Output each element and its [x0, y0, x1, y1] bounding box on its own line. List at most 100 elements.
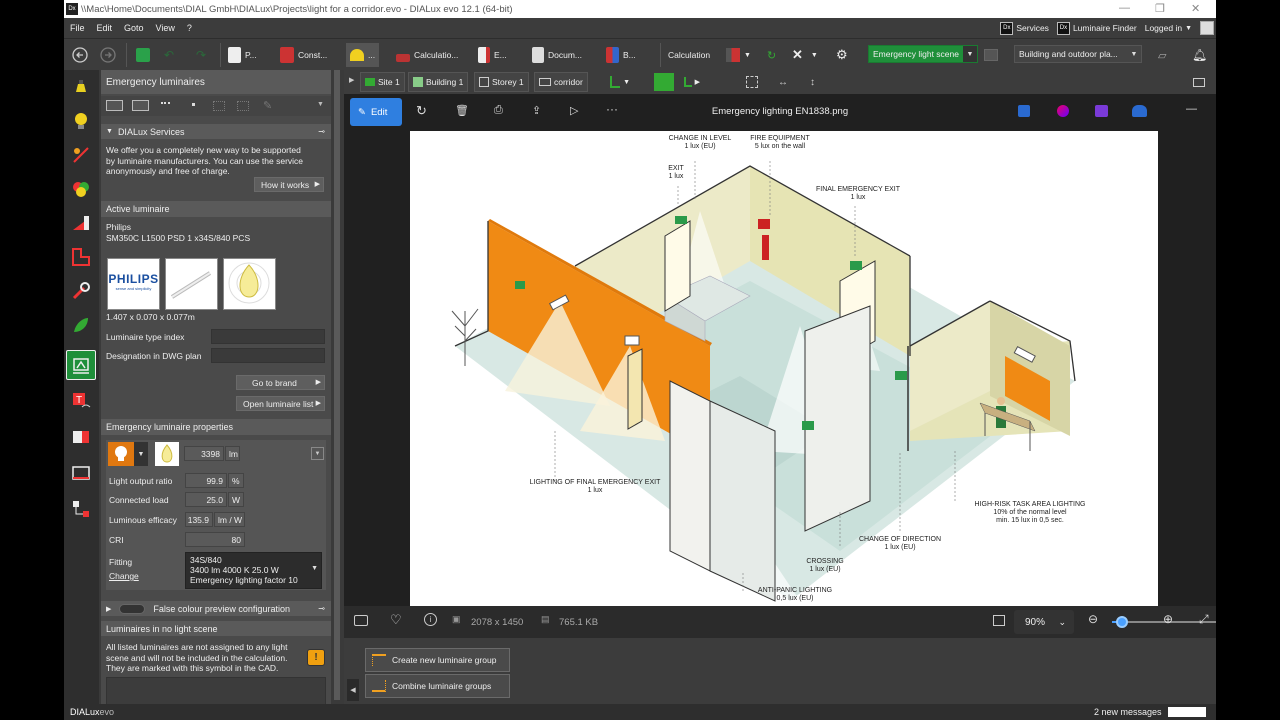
app-icon-3[interactable]: [1095, 105, 1108, 117]
panel-scrollbar[interactable]: [332, 70, 342, 706]
toolbar-calculation[interactable]: Calculatio...: [396, 43, 458, 67]
edit-button[interactable]: ✎ Edit: [350, 98, 402, 126]
luminaire-row-icon[interactable]: [161, 102, 170, 107]
menu-edit[interactable]: Edit: [97, 23, 113, 33]
restore-icon[interactable]: ❐: [1155, 2, 1165, 15]
zoom-slider-thumb[interactable]: [1116, 616, 1129, 628]
type-index-input[interactable]: [211, 329, 325, 344]
toolbar-construction[interactable]: Const...: [280, 43, 327, 67]
toolbar-documentation[interactable]: Docum...: [532, 43, 582, 67]
single-luminaire-icon[interactable]: [192, 103, 195, 106]
chevron-down-icon[interactable]: ▼: [317, 101, 324, 108]
logged-in-menu[interactable]: Logged in ▼: [1145, 23, 1192, 33]
messages-link[interactable]: 2 new messages: [1094, 707, 1162, 717]
go-to-brand-button[interactable]: Go to brand ▶: [236, 375, 325, 390]
toolbar-light[interactable]: ...: [346, 43, 380, 67]
lor-value[interactable]: 99.9: [185, 473, 227, 488]
hierarchy-tool-icon[interactable]: [70, 498, 92, 520]
view-3d-button[interactable]: [654, 73, 674, 91]
menu-help[interactable]: ?: [187, 23, 192, 33]
change-fitting-link[interactable]: Change: [109, 571, 139, 582]
favorite-icon[interactable]: ♡: [390, 612, 402, 628]
tab-building[interactable]: Building 1: [408, 72, 469, 92]
toggle-switch[interactable]: [119, 603, 146, 614]
polygon-arrangement-icon[interactable]: [237, 101, 249, 111]
luminaire-field-icon[interactable]: [132, 100, 149, 111]
share-icon[interactable]: ⇪: [532, 104, 541, 117]
print-icon[interactable]: ⎙: [494, 104, 503, 117]
emergency-tool-icon[interactable]: [66, 350, 96, 380]
wrench-icon[interactable]: ✎: [263, 99, 272, 112]
scene-options-button[interactable]: [984, 43, 998, 67]
designation-input[interactable]: [211, 348, 325, 363]
chart-tool-icon[interactable]: [70, 212, 92, 234]
close-icon[interactable]: ✕: [1191, 2, 1200, 15]
view-toggle-button[interactable]: ▱: [1158, 43, 1166, 67]
app-icon-4[interactable]: [1132, 105, 1147, 117]
measure-button[interactable]: ↔: [774, 72, 792, 92]
calc-settings-button[interactable]: ⚙: [836, 43, 848, 67]
cancel-calc-button[interactable]: ✕ ▼: [792, 43, 818, 67]
menu-file[interactable]: File: [70, 23, 85, 33]
luminaire-tool-icon[interactable]: [70, 76, 92, 98]
open-luminaire-list-button[interactable]: Open luminaire list ▶: [236, 396, 325, 411]
create-group-button[interactable]: Create new luminaire group: [365, 648, 510, 672]
app-icon-1[interactable]: [1018, 105, 1030, 117]
combine-groups-button[interactable]: Combine luminaire groups: [365, 674, 510, 698]
emergency-bulb-icon[interactable]: [108, 442, 134, 466]
menu-goto[interactable]: Goto: [124, 23, 144, 33]
room-tool-icon[interactable]: [70, 246, 92, 268]
notifications-button[interactable]: 🔔︎: [1192, 43, 1207, 67]
lumens-value[interactable]: 3398: [184, 446, 224, 461]
cut-tool-icon[interactable]: [70, 426, 92, 448]
zoom-select[interactable]: 90% ⌄: [1014, 610, 1074, 634]
redo-button[interactable]: ↷: [196, 43, 206, 67]
bulb-dropdown[interactable]: ▼: [134, 442, 148, 466]
back-button[interactable]: [72, 43, 88, 67]
display-button[interactable]: [1189, 72, 1209, 92]
fit-view-button[interactable]: [742, 72, 762, 92]
info-icon[interactable]: i: [424, 613, 437, 626]
toolbar-project[interactable]: P...: [228, 43, 257, 67]
slideshow-icon[interactable]: ▷: [570, 104, 578, 117]
zoom-in-icon[interactable]: ⊕: [1163, 612, 1173, 626]
circle-arrangement-icon[interactable]: [213, 101, 225, 111]
connected-load-value[interactable]: 25.0: [185, 492, 227, 507]
minimize-icon[interactable]: —: [1119, 2, 1130, 14]
tools-icon[interactable]: [70, 280, 92, 302]
fitting-select[interactable]: 34S/840 3400 lm 4000 K 25.0 W Emergency li…: [185, 552, 322, 589]
scene-select[interactable]: Emergency light scene ▼: [868, 45, 978, 63]
props-dropdown[interactable]: ▼: [311, 447, 324, 460]
filmstrip-icon[interactable]: [354, 615, 368, 626]
plan-view-button[interactable]: ▼: [606, 72, 634, 92]
more-icon[interactable]: ···: [606, 102, 618, 116]
how-it-works-button[interactable]: How it works ▶: [254, 177, 324, 192]
calc-green-button[interactable]: ↻: [767, 43, 776, 67]
building-select[interactable]: Building and outdoor pla... ▼: [1014, 45, 1142, 63]
rotate-icon[interactable]: ↻: [416, 103, 427, 119]
elevation-button[interactable]: ↕: [806, 72, 819, 92]
delete-icon[interactable]: 🗑︎: [455, 104, 469, 117]
services-button[interactable]: Dx Services: [1000, 21, 1049, 35]
toolbar-export[interactable]: E...: [478, 43, 507, 67]
tabs-collapse-icon[interactable]: ▶: [349, 76, 354, 84]
forward-button[interactable]: [100, 43, 116, 67]
cri-value[interactable]: 80: [185, 532, 245, 547]
avatar[interactable]: [1200, 21, 1214, 35]
tab-storey[interactable]: Storey 1: [474, 72, 529, 92]
dialux-services-header[interactable]: ▼ DIALux Services ⊸: [101, 124, 331, 139]
arrange-tool-icon[interactable]: [70, 144, 92, 166]
menu-view[interactable]: View: [156, 23, 175, 33]
save-button[interactable]: [136, 43, 150, 67]
fit-window-icon[interactable]: [993, 615, 1005, 626]
calculate-button[interactable]: ▼: [726, 43, 751, 67]
screen-tool-icon[interactable]: [70, 462, 92, 484]
bulb-tool-icon[interactable]: [70, 110, 92, 132]
false-colour-header[interactable]: ▶ False colour preview configuration ⊸: [101, 601, 331, 616]
colour-tool-icon[interactable]: [70, 178, 92, 200]
luminaire-line-icon[interactable]: [106, 100, 123, 111]
plants-tool-icon[interactable]: [70, 314, 92, 336]
zoom-out-icon[interactable]: ⊖: [1088, 612, 1098, 626]
luminaire-finder-button[interactable]: Dx Luminaire Finder: [1056, 21, 1137, 35]
toolbar-bim[interactable]: B...: [606, 43, 636, 67]
